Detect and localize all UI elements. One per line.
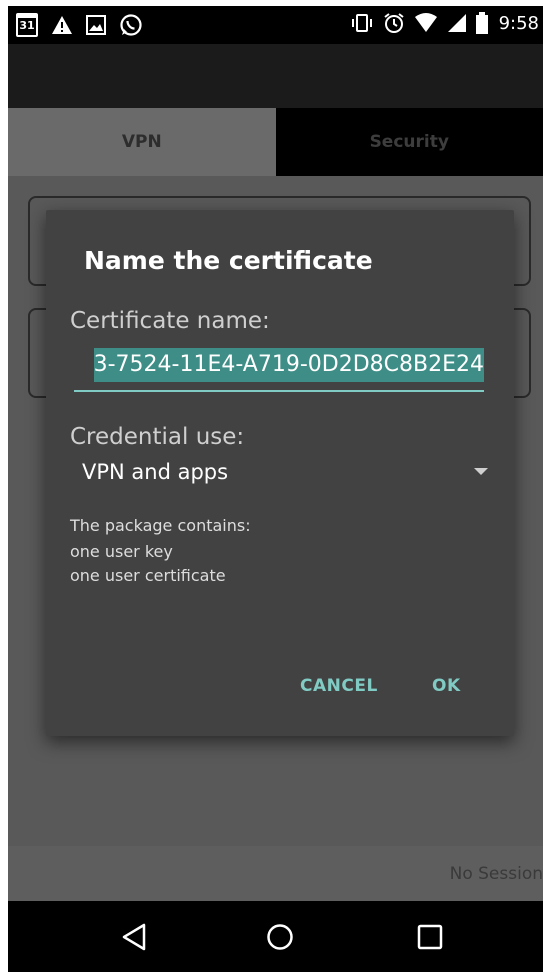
calendar-icon: 31 [16, 13, 38, 37]
credential-use-select[interactable]: VPN and apps [70, 456, 488, 492]
wifi-icon [414, 13, 437, 32]
recents-button[interactable] [410, 917, 450, 957]
back-icon [122, 923, 146, 951]
dropdown-arrow-icon [474, 468, 488, 475]
home-icon [267, 924, 293, 950]
notification-icons: 31 [16, 13, 143, 37]
package-item: one user key [70, 542, 173, 561]
system-icons: 9:58 [350, 12, 539, 34]
recents-icon [417, 924, 443, 950]
navigation-bar [8, 901, 543, 972]
ok-button[interactable]: OK [432, 676, 461, 696]
battery-icon [475, 12, 488, 34]
home-button[interactable] [260, 917, 300, 957]
dialog-title: Name the certificate [84, 246, 373, 275]
tab-security[interactable]: Security [275, 108, 543, 176]
alarm-icon [383, 13, 404, 33]
name-certificate-dialog: Name the certificate Certificate name: 3… [46, 210, 514, 736]
warning-icon [52, 16, 72, 34]
whatsapp-icon [120, 14, 142, 36]
package-item: one user certificate [70, 566, 226, 585]
credential-use-label: Credential use: [70, 424, 245, 450]
status-bar: 31 9:58 [8, 6, 543, 44]
vibrate-icon [351, 14, 372, 32]
certificate-name-input[interactable]: 3-7524-11E4-A719-0D2D8C8B2E24 [74, 344, 484, 392]
cancel-button[interactable]: CANCEL [300, 676, 378, 696]
image-icon [86, 15, 106, 35]
package-contents-label: The package contains: [70, 516, 251, 535]
tab-vpn[interactable]: VPN [8, 108, 276, 176]
back-button[interactable] [114, 917, 154, 957]
app-bar [8, 44, 543, 108]
footer-bar: No Session [8, 846, 543, 901]
signal-icon [447, 14, 466, 32]
tab-bar: VPN Security [8, 108, 543, 176]
session-status: No Session [449, 864, 543, 884]
certificate-name-value: 3-7524-11E4-A719-0D2D8C8B2E24 [93, 348, 484, 382]
phone-screen: 31 9:58 VPN Security No Session Name the… [8, 6, 543, 972]
clock: 9:58 [498, 12, 539, 34]
credential-use-value: VPN and apps [82, 460, 229, 484]
certificate-name-label: Certificate name: [70, 308, 270, 334]
